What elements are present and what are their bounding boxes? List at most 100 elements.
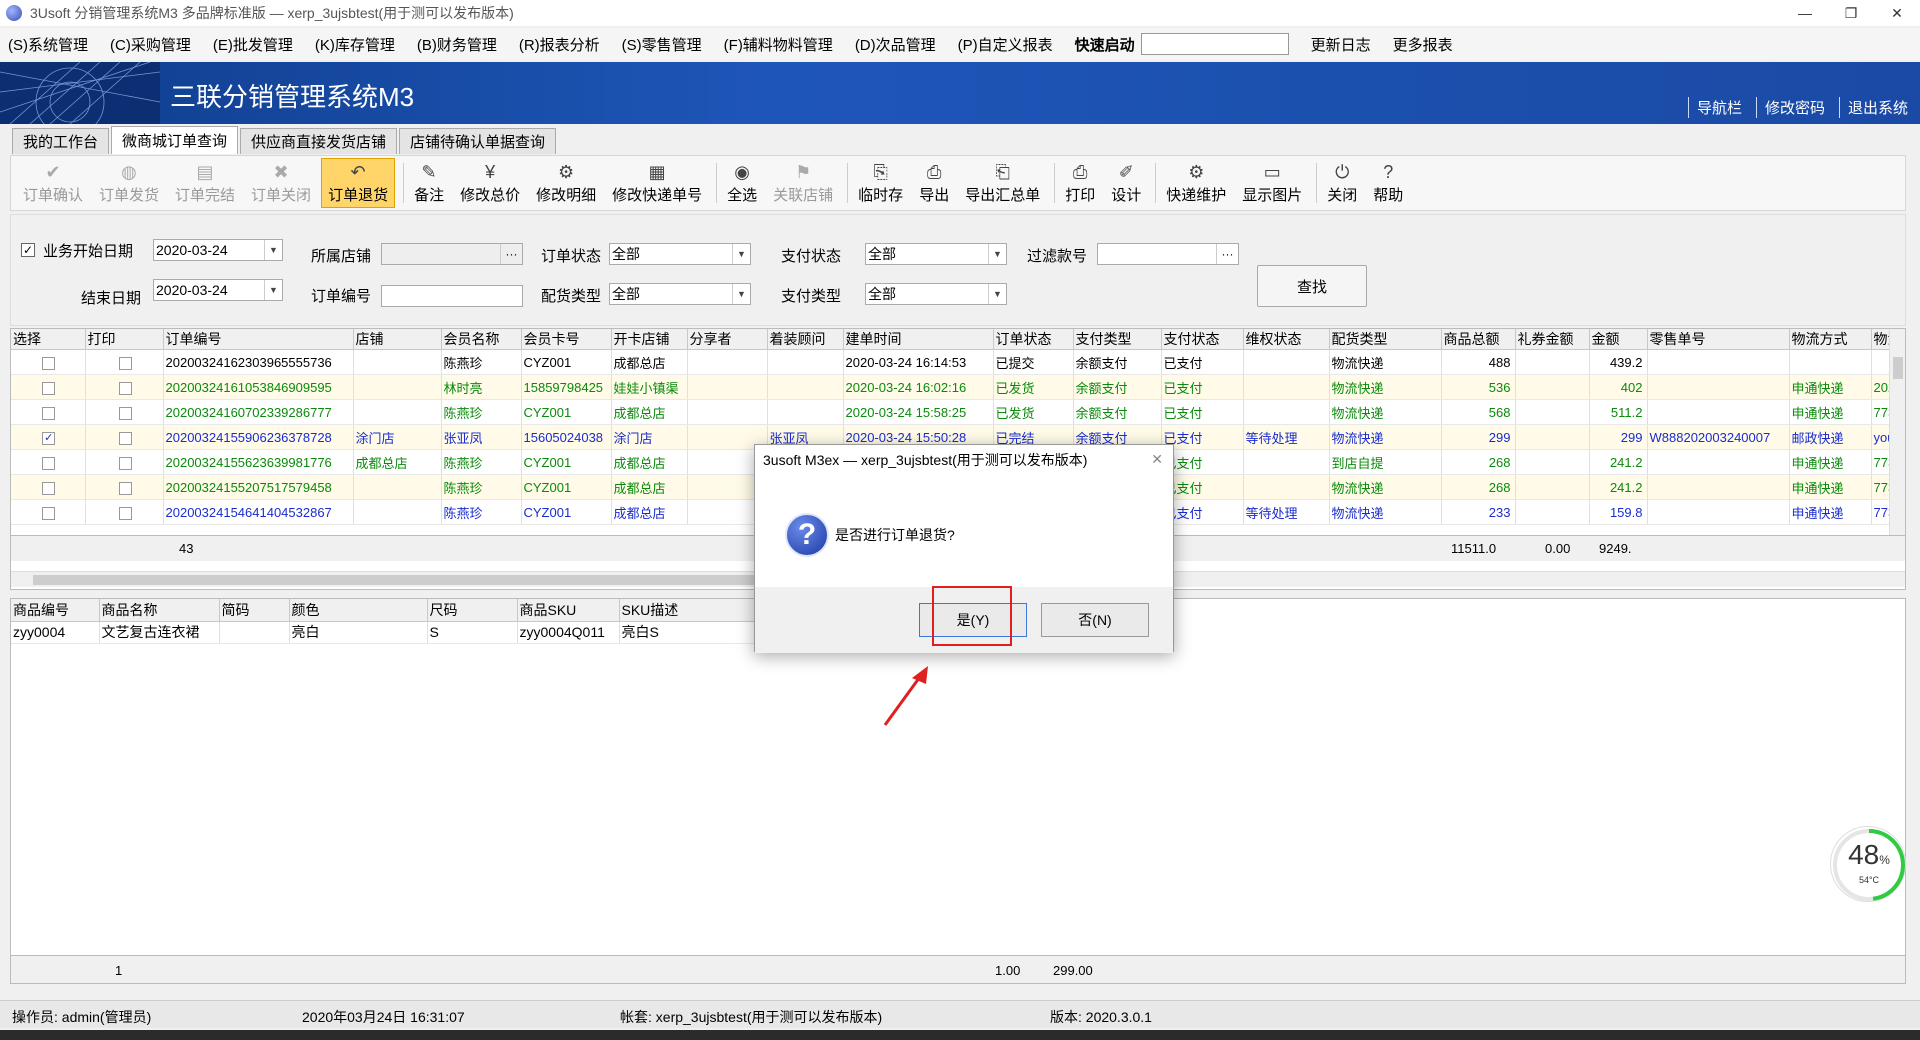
chevron-down-icon[interactable]: ▼ (732, 284, 750, 304)
column-header[interactable]: 商品总额 (1441, 329, 1516, 350)
menu-defects[interactable]: (D)次品管理 (855, 34, 936, 55)
detail-column-header[interactable]: 商品SKU (517, 599, 620, 622)
quick-launch-input[interactable] (1140, 33, 1289, 55)
link-store-button[interactable]: ⚑ 关联店铺 (767, 158, 839, 208)
order-row[interactable]: 20200324160702339286777 陈燕珍 CYZ001 成都总店 2020… (11, 399, 1905, 425)
column-header[interactable]: 支付状态 (1161, 329, 1244, 350)
chevron-down-icon[interactable]: ▼ (264, 280, 282, 300)
help-button[interactable]: ? 帮助 (1367, 158, 1409, 208)
ellipsis-icon[interactable]: ··· (1216, 244, 1238, 264)
menu-custom-reports[interactable]: (P)自定义报表 (958, 34, 1053, 55)
order-row[interactable]: 20200324161053846909595 林时亮 15859798425 娃娃小… (11, 374, 1905, 400)
detail-column-header[interactable]: SKU描述 (619, 599, 772, 622)
print-checkbox[interactable] (118, 456, 132, 470)
menu-retail[interactable]: (S)零售管理 (622, 34, 702, 55)
ship-order-button[interactable]: ◍ 订单发货 (93, 158, 165, 208)
search-button[interactable]: 查找 (1257, 265, 1367, 307)
change-password-link[interactable]: 修改密码 (1755, 97, 1825, 118)
tab-workbench[interactable]: 我的工作台 (12, 128, 110, 154)
order-no-input[interactable] (381, 285, 523, 307)
print-button[interactable]: ⎙ 打印 (1059, 158, 1101, 208)
select-checkbox[interactable] (42, 506, 56, 520)
menu-finance[interactable]: (B)财务管理 (417, 34, 497, 55)
confirm-order-button[interactable]: ✔ 订单确认 (17, 158, 89, 208)
detail-column-header[interactable]: 商品名称 (99, 599, 220, 622)
print-checkbox[interactable] (118, 406, 132, 420)
export-summary-button[interactable]: ⎗ 导出汇总单 (959, 158, 1046, 208)
restore-icon[interactable]: ❐ (1828, 0, 1874, 26)
column-header[interactable]: 开卡店铺 (611, 329, 688, 350)
detail-column-header[interactable]: 尺码 (427, 599, 518, 622)
order-row[interactable]: 20200324162303965555736 陈燕珍 CYZ001 成都总店 2020… (11, 349, 1905, 375)
close-icon[interactable]: ✕ (1874, 0, 1920, 26)
edit-total-button[interactable]: ¥ 修改总价 (454, 158, 526, 208)
menu-purchase[interactable]: (C)采购管理 (110, 34, 191, 55)
print-checkbox[interactable] (118, 506, 132, 520)
ellipsis-icon[interactable]: ··· (500, 244, 522, 264)
select-checkbox[interactable]: ✓ (42, 431, 56, 445)
detail-column-header[interactable]: 颜色 (289, 599, 428, 622)
pay-status-select[interactable]: 全部 ▼ (865, 243, 1007, 265)
print-checkbox[interactable] (118, 381, 132, 395)
tab-supplier-direct[interactable]: 供应商直接发货店铺 (240, 128, 398, 154)
chevron-down-icon[interactable]: ▼ (264, 240, 282, 260)
pay-type-select[interactable]: 全部 ▼ (865, 283, 1007, 305)
select-checkbox[interactable] (42, 381, 56, 395)
column-header[interactable]: 物流方式 (1789, 329, 1872, 350)
return-order-button[interactable]: ↶ 订单退货 (321, 158, 396, 208)
column-header[interactable]: 选择 (11, 329, 86, 350)
complete-order-button[interactable]: ▤ 订单完结 (169, 158, 241, 208)
vertical-scrollbar[interactable] (1889, 329, 1905, 535)
menu-more-reports[interactable]: 更多报表 (1393, 34, 1453, 55)
column-header[interactable]: 店铺 (353, 329, 442, 350)
ship-type-select[interactable]: 全部 ▼ (609, 283, 751, 305)
logout-link[interactable]: 退出系统 (1838, 97, 1908, 118)
order-status-select[interactable]: 全部 ▼ (609, 243, 751, 265)
chevron-down-icon[interactable]: ▼ (732, 244, 750, 264)
detail-column-header[interactable]: 简码 (219, 599, 290, 622)
select-checkbox[interactable] (42, 456, 56, 470)
menu-materials[interactable]: (F)辅料物料管理 (724, 34, 833, 55)
menu-system[interactable]: (S)系统管理 (8, 34, 88, 55)
nav-link[interactable]: 导航栏 (1687, 97, 1742, 118)
edit-express-no-button[interactable]: ▦ 修改快递单号 (606, 158, 708, 208)
edit-detail-button[interactable]: ⚙ 修改明细 (530, 158, 602, 208)
menu-reports[interactable]: (R)报表分析 (519, 34, 600, 55)
design-button[interactable]: ✐ 设计 (1105, 158, 1147, 208)
show-image-button[interactable]: ▭ 显示图片 (1236, 158, 1308, 208)
select-checkbox[interactable] (42, 356, 56, 370)
column-header[interactable]: 配货类型 (1329, 329, 1442, 350)
export-button[interactable]: ⎙ 导出 (913, 158, 955, 208)
column-header[interactable]: 会员卡号 (521, 329, 612, 350)
column-header[interactable]: 订单状态 (993, 329, 1074, 350)
menu-update-log[interactable]: 更新日志 (1311, 34, 1371, 55)
column-header[interactable]: 订单编号 (163, 329, 354, 350)
column-header[interactable]: 会员名称 (441, 329, 522, 350)
column-header[interactable]: 着装顾问 (767, 329, 844, 350)
print-checkbox[interactable] (118, 356, 132, 370)
column-header[interactable]: 打印 (85, 329, 164, 350)
start-date-checkbox[interactable]: ✓ (21, 243, 35, 257)
select-all-button[interactable]: ◉ 全选 (721, 158, 763, 208)
dialog-close-icon[interactable]: ✕ (1151, 451, 1163, 468)
close-button[interactable]: ⏻ 关闭 (1321, 158, 1363, 208)
close-order-button[interactable]: ✖ 订单关闭 (245, 158, 317, 208)
chevron-down-icon[interactable]: ▼ (988, 244, 1006, 264)
column-header[interactable]: 支付类型 (1073, 329, 1162, 350)
detail-column-header[interactable]: 商品编号 (11, 599, 100, 622)
start-date-input[interactable]: 2020-03-24 ▼ (153, 239, 283, 261)
column-header[interactable]: 分享者 (687, 329, 768, 350)
column-header[interactable]: 礼券金额 (1515, 329, 1590, 350)
column-header[interactable]: 零售单号 (1647, 329, 1790, 350)
express-maintain-button[interactable]: ⚙ 快递维护 (1160, 158, 1232, 208)
temp-save-button[interactable]: ⎘ 临时存 (852, 158, 909, 208)
cpu-usage-widget[interactable]: 48% 54°C (1830, 826, 1906, 902)
menu-inventory[interactable]: (K)库存管理 (315, 34, 395, 55)
chevron-down-icon[interactable]: ▼ (988, 284, 1006, 304)
store-input[interactable]: ··· (381, 243, 523, 265)
print-checkbox[interactable] (118, 431, 132, 445)
menu-wholesale[interactable]: (E)批发管理 (213, 34, 293, 55)
print-checkbox[interactable] (118, 481, 132, 495)
scroll-thumb[interactable] (1893, 357, 1903, 379)
detail-row[interactable]: zyy0004 文艺复古连衣裙 亮白 Szyy0004Q011 亮白S (11, 621, 772, 644)
